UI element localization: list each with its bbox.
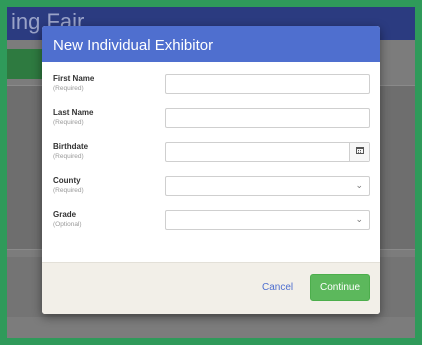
last-name-label: Last Name [53, 108, 94, 117]
first-name-note: (Required) [53, 85, 84, 92]
calendar-icon[interactable] [349, 143, 369, 161]
grade-note: (Optional) [53, 221, 82, 228]
grade-row: Grade (Optional) ⌄ [42, 210, 380, 240]
first-name-row: First Name (Required) [42, 74, 380, 104]
modal-body: First Name (Required) Last Name (Require… [42, 62, 380, 262]
new-exhibitor-modal: New Individual Exhibitor First Name (Req… [42, 26, 380, 314]
last-name-input[interactable] [165, 108, 370, 128]
county-row: County (Required) ⌄ [42, 176, 380, 206]
birthdate-row: Birthdate (Required) [42, 142, 380, 172]
last-name-row: Last Name (Required) [42, 108, 380, 138]
chevron-down-icon: ⌄ [355, 214, 363, 224]
grade-label: Grade [53, 210, 77, 219]
county-label: County [53, 176, 81, 185]
modal-header: New Individual Exhibitor [42, 26, 380, 62]
modal-footer: Cancel Continue [42, 262, 380, 314]
continue-button[interactable]: Continue [310, 274, 370, 301]
cancel-button[interactable]: Cancel [262, 282, 293, 293]
last-name-note: (Required) [53, 119, 84, 126]
modal-title: New Individual Exhibitor [53, 37, 214, 54]
first-name-input[interactable] [165, 74, 370, 94]
birthdate-label: Birthdate [53, 142, 89, 151]
county-select[interactable]: ⌄ [165, 176, 370, 196]
birthdate-note: (Required) [53, 153, 84, 160]
first-name-label: First Name [53, 74, 95, 83]
county-note: (Required) [53, 187, 84, 194]
birthdate-input[interactable] [165, 142, 370, 162]
chevron-down-icon: ⌄ [355, 180, 363, 190]
grade-select[interactable]: ⌄ [165, 210, 370, 230]
